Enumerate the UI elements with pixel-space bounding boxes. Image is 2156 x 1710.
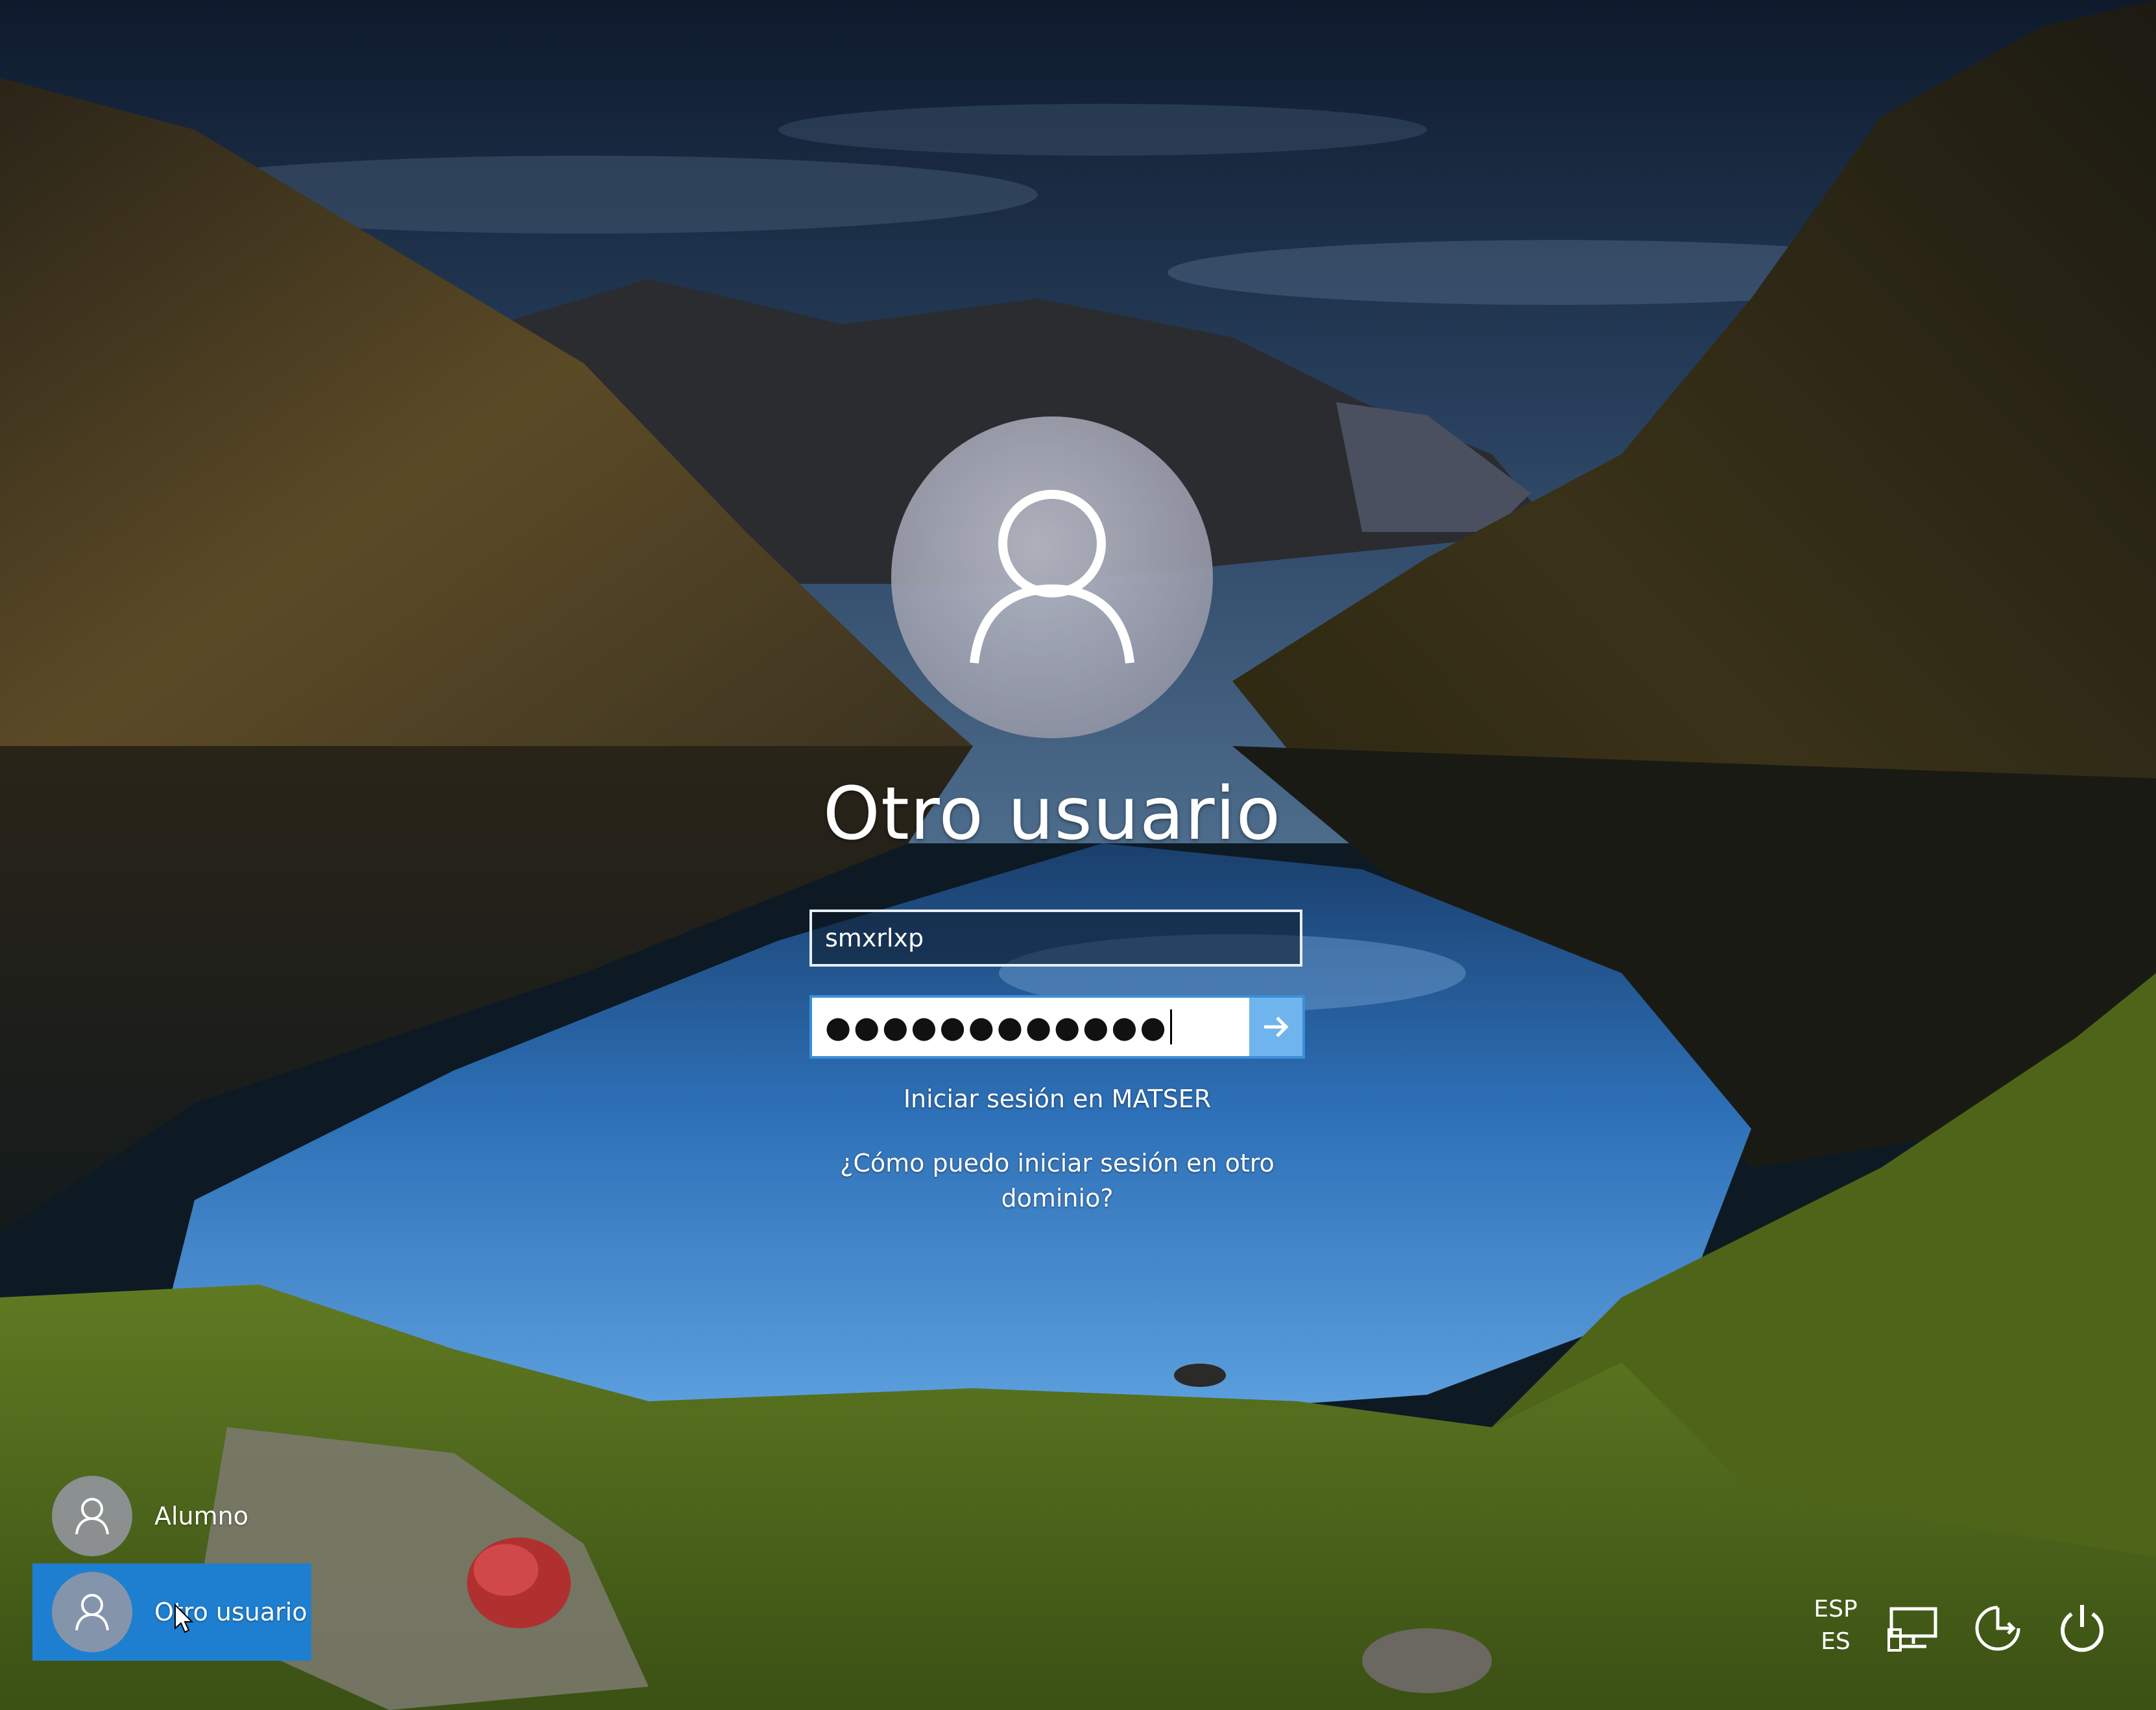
arrow-right-icon [1264, 1017, 1289, 1037]
text-caret [1169, 1009, 1172, 1044]
password-field[interactable]: ●●●●●●●●●●●● [809, 995, 1249, 1059]
avatar [52, 1476, 132, 1556]
password-row: ●●●●●●●●●●●● [809, 995, 1305, 1059]
avatar [52, 1572, 132, 1652]
language-indicator[interactable]: ESP ES [1803, 1593, 1868, 1658]
accessibility-icon [1975, 1606, 2020, 1651]
keyboard-layout-code: ES [1821, 1628, 1851, 1655]
user-title: Otro usuario [822, 772, 1282, 856]
lock-screen: Otro usuario smxrlxp ●●●●●●●●●●●● Inicia… [0, 0, 2156, 1710]
user-list-item-alumno[interactable]: Alumno [32, 1467, 311, 1565]
password-mask: ●●●●●●●●●●●● [825, 1009, 1169, 1044]
mouse-cursor-icon [174, 1604, 193, 1633]
user-list-item-otro-usuario[interactable]: Otro usuario [32, 1563, 311, 1661]
network-icon [1887, 1607, 1937, 1652]
power-icon [2061, 1605, 2103, 1652]
person-icon [75, 1594, 109, 1631]
person-icon [970, 490, 1134, 664]
network-button[interactable] [1881, 1596, 1946, 1661]
language-code: ESP [1814, 1596, 1858, 1622]
user-name: Alumno [154, 1502, 248, 1530]
submit-button[interactable] [1249, 995, 1305, 1059]
power-button[interactable] [2050, 1596, 2114, 1661]
other-domain-link[interactable]: ¿Cómo puedo iniciar sesión en otro domin… [830, 1146, 1284, 1216]
person-icon [75, 1498, 109, 1535]
username-field[interactable]: smxrlxp [809, 909, 1302, 967]
signin-domain-text: Iniciar sesión en MATSER [903, 1085, 1212, 1113]
accessibility-button[interactable] [1965, 1596, 2030, 1661]
user-avatar-large [891, 416, 1213, 738]
